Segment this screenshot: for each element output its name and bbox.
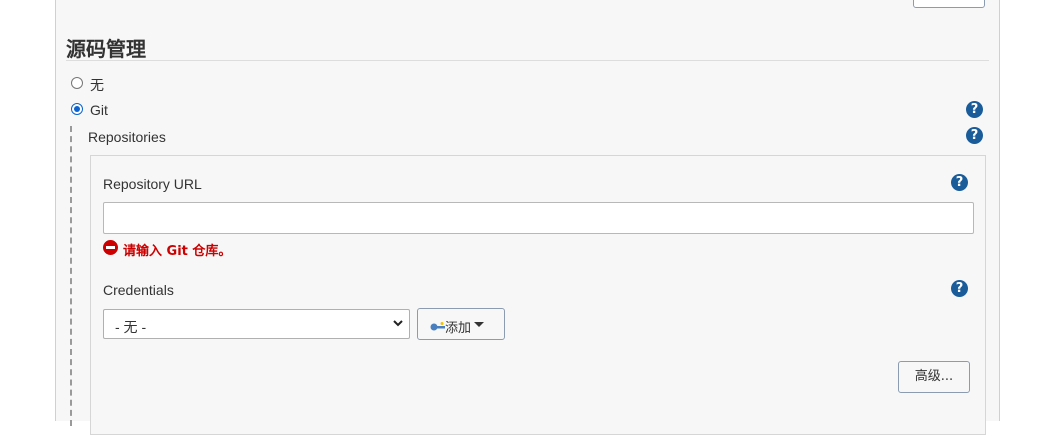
error-icon bbox=[103, 240, 118, 255]
section-divider bbox=[66, 60, 989, 61]
advanced-button[interactable]: 高级... bbox=[898, 361, 970, 393]
key-icon bbox=[430, 319, 446, 331]
credentials-select-value: - 无 - bbox=[115, 319, 147, 335]
scm-git-radio[interactable] bbox=[71, 103, 83, 115]
add-credentials-button[interactable]: 添加 bbox=[417, 308, 505, 340]
repositories-help-icon[interactable]: ? bbox=[966, 127, 983, 144]
git-help-icon[interactable]: ? bbox=[966, 101, 983, 118]
caret-down-icon bbox=[474, 322, 484, 327]
repository-entry bbox=[90, 155, 986, 435]
repository-url-help-icon[interactable]: ? bbox=[951, 174, 968, 191]
credentials-label: Credentials bbox=[103, 282, 174, 298]
section-title: 源码管理 bbox=[66, 37, 146, 61]
scm-git-label: Git bbox=[90, 102, 108, 118]
repository-url-input[interactable] bbox=[103, 202, 974, 234]
git-config-indent-line bbox=[70, 126, 72, 426]
chevron-down-icon bbox=[392, 316, 404, 333]
credentials-help-icon[interactable]: ? bbox=[951, 280, 968, 297]
add-credentials-label: 添加 bbox=[445, 321, 472, 336]
scm-none-radio[interactable] bbox=[71, 77, 83, 89]
scm-none-label: 无 bbox=[90, 77, 104, 93]
repository-url-label: Repository URL bbox=[103, 176, 202, 192]
previous-section-button[interactable] bbox=[913, 0, 985, 8]
credentials-select[interactable]: - 无 - bbox=[103, 309, 410, 339]
repository-url-error: 请输入 Git 仓库。 bbox=[123, 244, 232, 259]
repositories-label: Repositories bbox=[88, 129, 166, 145]
